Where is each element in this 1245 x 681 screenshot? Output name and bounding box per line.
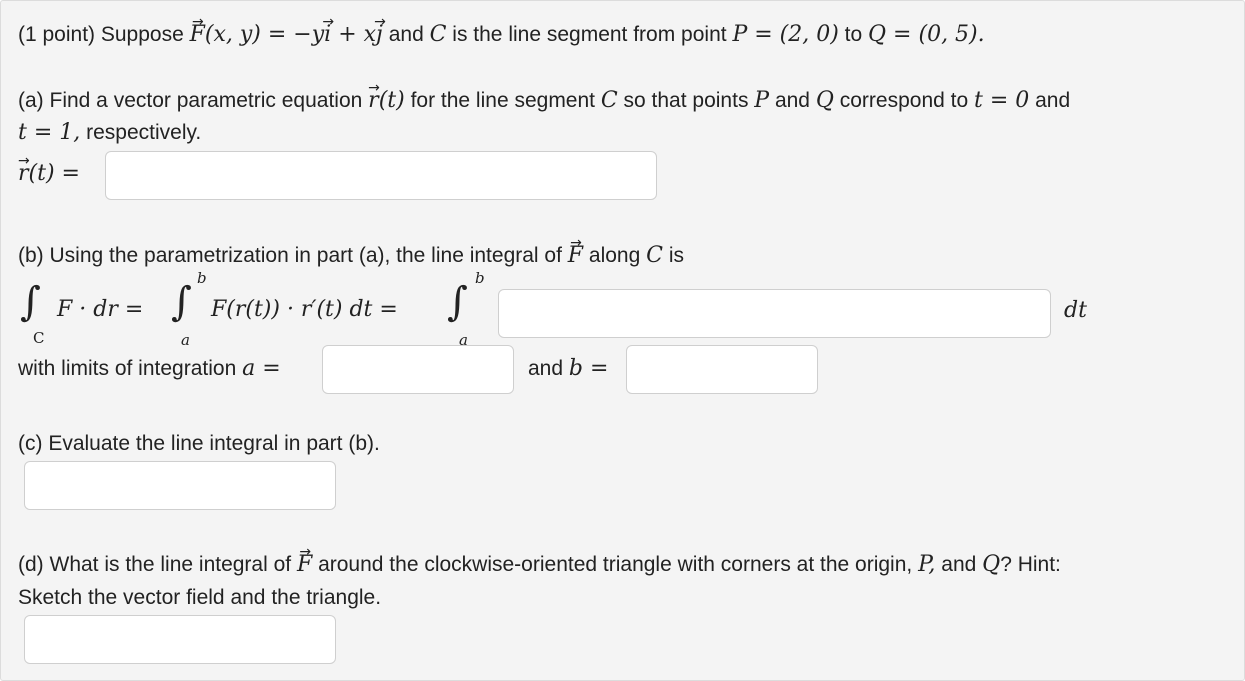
dt-label: dt — [1064, 298, 1087, 324]
F-arguments: (x, y) = −y — [204, 22, 325, 47]
part-d-and: and — [941, 553, 977, 576]
part-b-along: along — [588, 244, 641, 267]
part-d-prompt: (d) What is the line integral of F aroun… — [18, 552, 1061, 578]
b-equals: b = — [568, 356, 609, 381]
intro-prefix: (1 point) Suppose — [18, 23, 184, 46]
integrand-answer-input[interactable] — [498, 289, 1051, 338]
t-equals-0: t = 0 — [974, 88, 1030, 113]
vector-F: F — [297, 552, 312, 578]
part-a-respectively: respectively. — [86, 121, 202, 144]
point-Q: Q = (0, 5). — [868, 22, 985, 47]
plus-x: + x — [331, 22, 377, 47]
part-d-prompt-line2: Sketch the vector field and the triangle… — [18, 585, 381, 611]
vector-r: r — [18, 161, 29, 187]
F-dot-dr: F · dr = — [57, 297, 144, 322]
part-b-is: is — [668, 244, 684, 267]
point-P: P, — [918, 552, 936, 577]
part-a-prompt: (a) Find a vector parametric equation r(… — [18, 88, 1070, 114]
r-t-label: r(t) = — [18, 161, 80, 187]
intro-and: and — [388, 23, 424, 46]
middle-expression: F(r(t)) · r′(t) dt = — [211, 297, 398, 323]
part-a-text-2: for the line segment — [410, 89, 595, 112]
question-panel: (1 point) Suppose F(x, y) = −yi + xj and… — [0, 0, 1245, 681]
part-d-hint: ? Hint: — [1000, 553, 1061, 576]
upper-limit-b-2: b — [475, 269, 485, 287]
curve-C: C — [429, 22, 447, 47]
vector-r: r — [368, 88, 379, 114]
part-a-text-3: so that points — [623, 89, 749, 112]
part-c-text: (c) Evaluate the line integral in part (… — [18, 432, 380, 455]
part-b-prompt: (b) Using the parametrization in part (a… — [18, 243, 684, 269]
r-argument: (t) — [378, 88, 405, 113]
part-b-text: (b) Using the parametrization in part (a… — [18, 244, 562, 267]
curve-C: C — [600, 88, 618, 113]
r-t-answer-input[interactable] — [105, 151, 657, 200]
dt-text: dt — [1064, 298, 1087, 323]
a-equals: a = — [242, 356, 281, 381]
part-d-answer-input[interactable] — [24, 615, 336, 664]
integral-subscript-C: C — [33, 329, 45, 347]
limits-text: with limits of integration — [18, 357, 237, 380]
part-a-text-4: correspond to — [839, 89, 969, 112]
integral-sign-ab-2: ∫ — [447, 279, 468, 325]
b-label: and b = — [528, 356, 608, 382]
intro-to: to — [844, 23, 863, 46]
part-c-prompt: (c) Evaluate the line integral in part (… — [18, 431, 380, 457]
F-r-t-dot-rprime: F(r(t)) · r′(t) dt = — [211, 297, 398, 322]
r-t-equals: (t) = — [28, 161, 80, 186]
intro-segment-text: is the line segment from point — [452, 23, 727, 46]
part-c-answer-input[interactable] — [24, 461, 336, 510]
point-Q: Q — [815, 88, 834, 113]
part-a-text: (a) Find a vector parametric equation — [18, 89, 363, 112]
part-a-and-2: and — [1035, 89, 1071, 112]
upper-limit-b: b — [197, 269, 207, 287]
upper-limit-b-input[interactable] — [626, 345, 818, 394]
lower-limit-a: a — [181, 331, 190, 349]
lhs-expression: F · dr = — [57, 297, 143, 323]
and-text: and — [528, 357, 564, 380]
integral-sign-ab: ∫ — [171, 279, 192, 325]
vector-F: F — [568, 243, 583, 269]
integral-sign-C: ∫ — [20, 279, 41, 325]
vector-F: F — [190, 22, 205, 48]
t-equals-1: t = 1, — [18, 120, 81, 145]
part-a-and: and — [774, 89, 810, 112]
part-a-prompt-line2: t = 1, respectively. — [18, 120, 201, 146]
part-d-text: (d) What is the line integral of — [18, 553, 292, 576]
part-d-sketch-text: Sketch the vector field and the triangle… — [18, 586, 382, 609]
point-Q: Q — [982, 552, 1001, 577]
curve-C: C — [646, 243, 663, 268]
lower-limit-a-input[interactable] — [322, 345, 514, 394]
unit-i: i — [324, 22, 331, 48]
part-d-text-2: around the clockwise-oriented triangle w… — [318, 553, 913, 576]
point-P: P = (2, 0) — [732, 22, 839, 47]
problem-intro: (1 point) Suppose F(x, y) = −yi + xj and… — [18, 22, 985, 48]
point-P: P — [754, 88, 770, 113]
limits-label: with limits of integration a = — [18, 356, 281, 382]
unit-j: j — [376, 22, 383, 48]
